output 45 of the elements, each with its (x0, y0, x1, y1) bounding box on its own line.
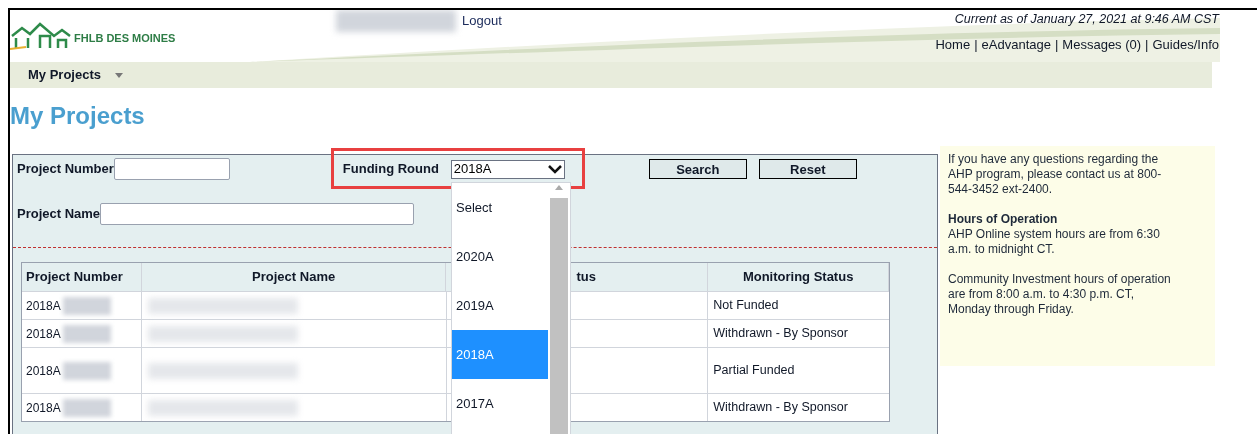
header-link[interactable]: Guides/Info (1152, 34, 1219, 55)
redacted-block (62, 398, 111, 417)
info-heading: Hours of Operation (948, 212, 1059, 227)
header-link[interactable]: Messages (0) (1062, 34, 1142, 55)
logout-link[interactable]: Logout (462, 11, 502, 31)
table-cell-text: Not Funded (713, 297, 779, 315)
scrollbar-thumb[interactable] (550, 198, 569, 434)
logo-text: FHLB DES MOINES (74, 30, 176, 46)
houses-icon (10, 22, 72, 50)
info-text: Community Investment hours of operation are from 8:00 a.m. to 4:30 p.m. CT, Monday through Friday. (948, 272, 1172, 317)
chevron-icon[interactable] (547, 164, 562, 174)
table-cell-text: Withdrawn - By Sponsor (713, 399, 848, 417)
reset-button[interactable]: Reset (758, 159, 857, 179)
redacted-block (62, 361, 111, 380)
logo[interactable]: FHLB DES MOINES (10, 20, 176, 50)
scroll-up-icon[interactable] (555, 185, 564, 190)
table-cell-text: Withdrawn - By Sponsor (713, 325, 848, 343)
funding-round-select[interactable]: 2018A (450, 159, 565, 179)
header-link[interactable]: Home (935, 34, 971, 55)
separator: | (1054, 35, 1059, 54)
info-text: AHP Online system hours are from 6:30 a.m. to midnight CT. (948, 227, 1161, 257)
table-cell-text: Partial Funded (713, 362, 795, 380)
search-button[interactable]: Search (648, 159, 747, 179)
header-link[interactable]: eAdvantage (981, 34, 1051, 55)
redacted-block (62, 324, 111, 343)
as-of-date: Current as of January 27, 2021 at 9:46 AM CST (954, 11, 1219, 28)
table-cell-text: 2018A (26, 399, 61, 417)
dropdown-option[interactable]: Select (452, 183, 549, 232)
separator: | (1145, 35, 1149, 54)
field-label: Project Number (17, 160, 114, 179)
table-cell-text: 2018A (26, 362, 61, 380)
info-text: If you have any questions regarding the AHP program, please contact us at 800-544-3452 ext-2400. (948, 152, 1163, 197)
caret-icon[interactable] (115, 72, 123, 78)
nav-menu[interactable]: My Projects (28, 65, 101, 85)
redacted-block (62, 296, 111, 315)
table-cell-text: 2018A (26, 297, 61, 315)
dropdown-option[interactable]: 2017A (452, 379, 549, 428)
project-name-field[interactable] (100, 203, 415, 225)
field-label: Funding Round (342, 160, 440, 179)
separator: | (974, 35, 978, 54)
field-label: Project Name (17, 205, 101, 224)
table-cell-text: 2018A (26, 325, 61, 343)
dropdown-list[interactable]: Select 2020A 2019A 2018A 2017A (451, 182, 571, 434)
project-number-field[interactable] (113, 158, 230, 180)
page-title: My Projects (10, 101, 146, 131)
